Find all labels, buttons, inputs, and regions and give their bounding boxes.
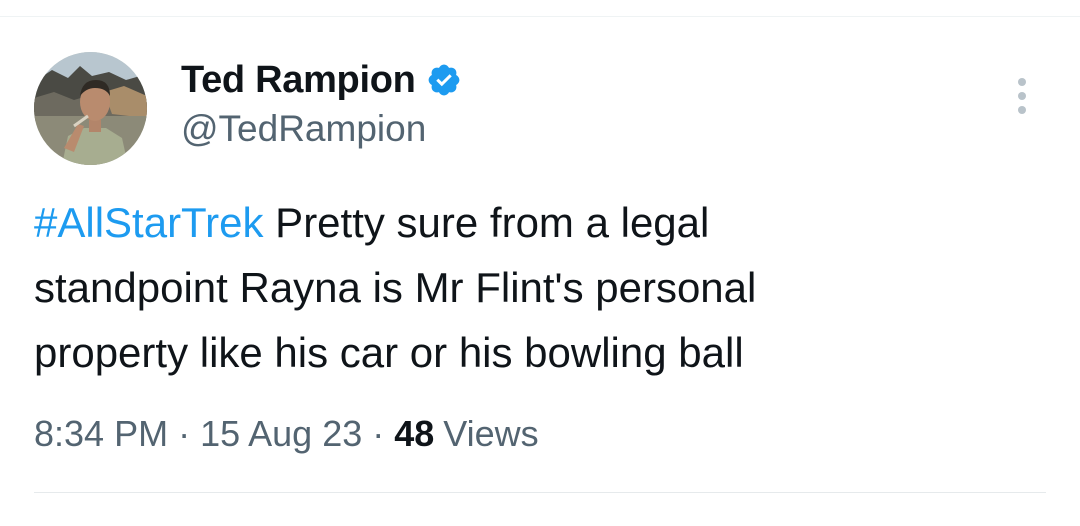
avatar-image <box>34 52 147 165</box>
avatar[interactable] <box>34 52 147 165</box>
tweet-date[interactable]: 15 Aug 23 <box>200 413 362 455</box>
more-options-button[interactable] <box>1006 76 1038 116</box>
meta-separator: · <box>178 413 191 454</box>
hashtag-link[interactable]: #AllStarTrek <box>34 199 264 246</box>
verified-badge-icon <box>426 62 462 98</box>
meta-separator: · <box>372 413 385 454</box>
top-divider <box>0 16 1080 17</box>
tweet-line-1: #AllStarTrek Pretty sure from a legal <box>34 190 1044 255</box>
tweet-text: #AllStarTrek Pretty sure from a legal st… <box>34 190 1044 385</box>
author-name-row[interactable]: Ted Rampion <box>181 58 462 102</box>
tweet-time[interactable]: 8:34 PM <box>34 413 168 455</box>
tweet-line-1-text: Pretty sure from a legal <box>263 199 710 246</box>
bottom-divider <box>34 492 1046 493</box>
views-count[interactable]: 48 <box>394 413 434 455</box>
tweet-line-2: standpoint Rayna is Mr Flint's personal <box>34 264 757 311</box>
more-vertical-icon-dot <box>1018 92 1026 100</box>
tweet-meta: 8:34 PM · 15 Aug 23 · 48 Views <box>34 410 539 458</box>
author-handle[interactable]: @TedRampion <box>181 108 426 150</box>
more-vertical-icon-dot <box>1018 106 1026 114</box>
tweet-line-3: property like his car or his bowling bal… <box>34 329 744 376</box>
more-vertical-icon <box>1018 78 1026 86</box>
author-display-name[interactable]: Ted Rampion <box>181 59 416 102</box>
views-label[interactable]: Views <box>443 413 538 455</box>
